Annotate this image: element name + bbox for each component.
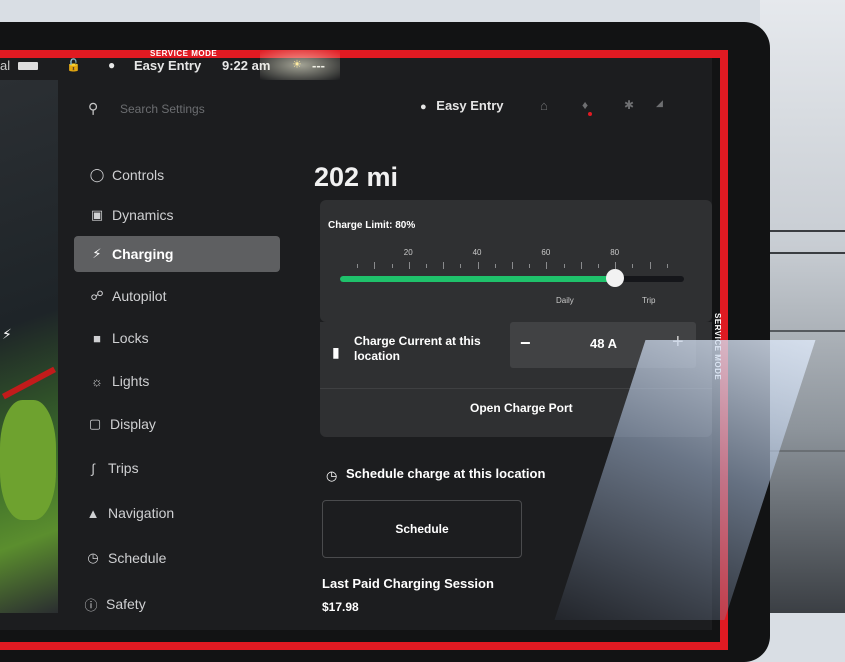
dash-line — [770, 252, 845, 254]
dash-line — [770, 230, 845, 232]
window-background — [760, 0, 845, 613]
screen-glare — [260, 50, 340, 80]
service-mode-label: SERVICE MODE — [150, 49, 218, 58]
dash-line — [770, 330, 845, 332]
dash-line — [770, 450, 845, 452]
